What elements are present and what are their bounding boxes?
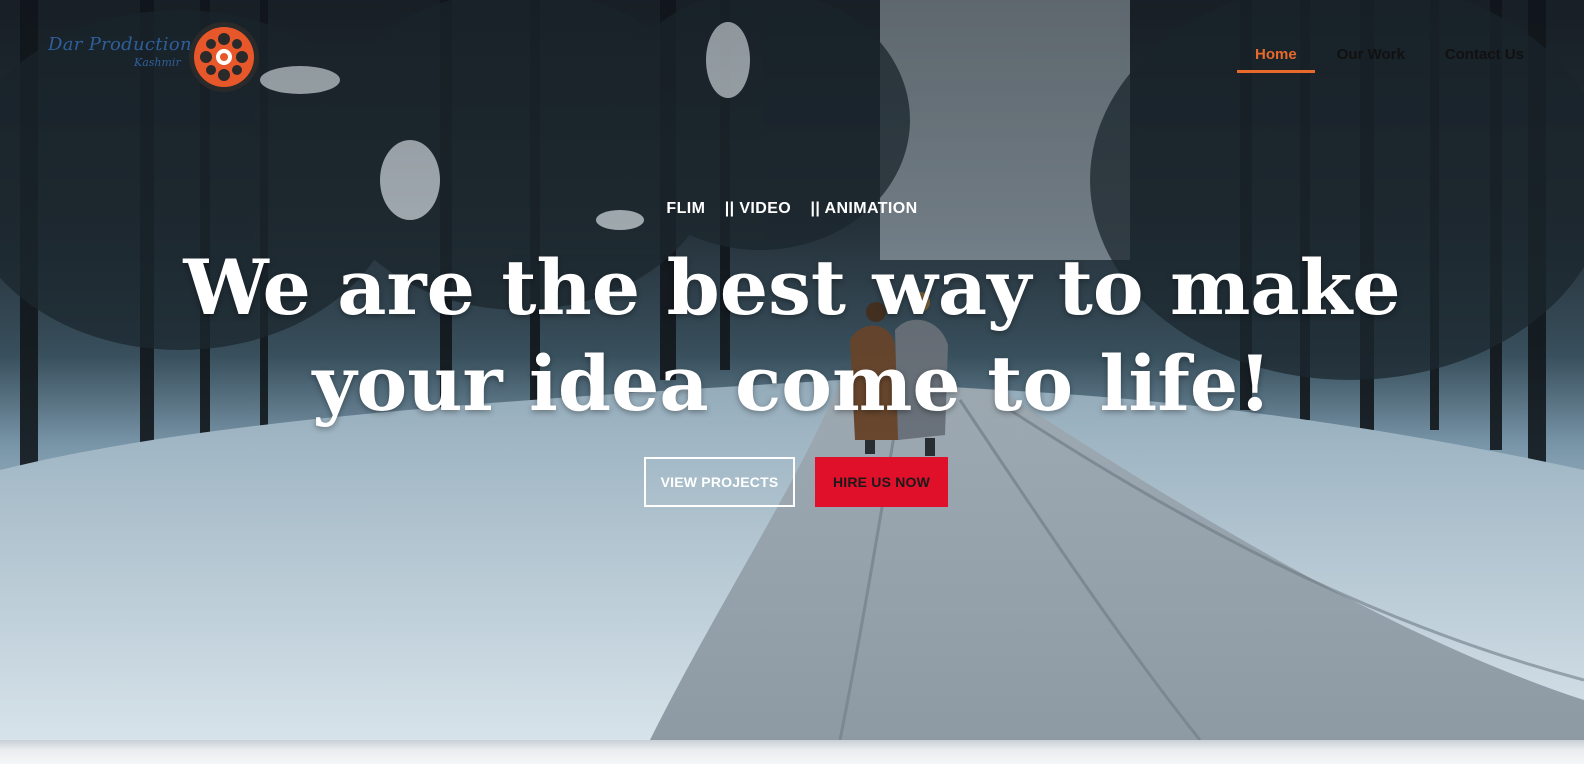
view-projects-button[interactable]: VIEW PROJECTS	[644, 457, 795, 507]
headline-line-2: your idea come to life!	[312, 339, 1272, 428]
hero-tagline: FLIM || VIDEO || ANIMATION	[666, 200, 918, 217]
logo-location: Kashmir	[134, 56, 181, 69]
headline-line-1: We are the best way to make	[183, 243, 1401, 332]
film-reel-icon	[189, 22, 259, 92]
hero-section: Dar Production Kashmir Home Our Work Con…	[0, 0, 1584, 740]
nav-item-home[interactable]: Home	[1235, 42, 1317, 73]
hero-headline: We are the best way to make your idea co…	[0, 240, 1584, 432]
site-logo[interactable]: Dar Production Kashmir	[42, 18, 262, 94]
logo-wordmark: Dar Production	[48, 34, 192, 55]
page-bottom-edge	[0, 740, 1584, 764]
hire-us-now-button[interactable]: HIRE US NOW	[815, 457, 948, 507]
nav-item-contact-us[interactable]: Contact Us	[1425, 42, 1544, 73]
main-nav: Home Our Work Contact Us	[1235, 42, 1544, 73]
nav-item-our-work[interactable]: Our Work	[1317, 42, 1425, 73]
hero-cta-group: VIEW PROJECTS HIRE US NOW	[0, 457, 1584, 507]
